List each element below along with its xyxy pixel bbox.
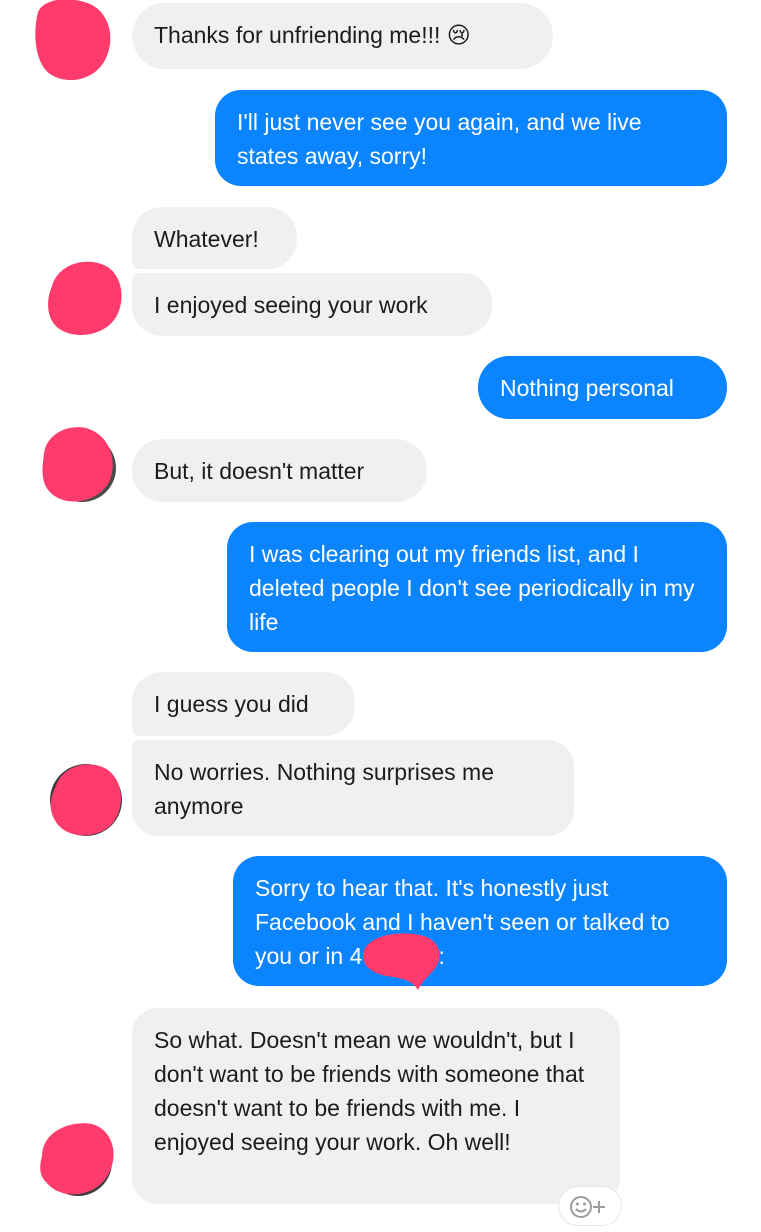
message-text: Thanks for unfriending me!!! 😢 xyxy=(154,22,471,48)
message-text: No worries. Nothing surprises me anymore xyxy=(154,759,495,819)
message-text: I'll just never see you again, and we li… xyxy=(237,109,642,169)
avatar-icon[interactable] xyxy=(36,1116,116,1196)
message-text: I was clearing out my friends list, and … xyxy=(249,541,695,635)
add-reaction-icon xyxy=(570,1196,605,1218)
redaction-mark xyxy=(362,933,440,990)
message-bubble-outgoing[interactable]: Sorry to hear that. It's honestly just F… xyxy=(233,856,727,986)
avatar-icon[interactable] xyxy=(46,258,126,338)
message-text: But, it doesn't matter xyxy=(154,458,365,484)
avatar-icon[interactable] xyxy=(34,0,114,80)
message-bubble-outgoing[interactable]: Nothing personal xyxy=(478,356,727,419)
message-bubble-incoming[interactable]: Whatever! xyxy=(132,207,297,269)
message-bubble-incoming[interactable]: So what. Doesn't mean we wouldn't, but I… xyxy=(132,1008,620,1204)
message-bubble-outgoing[interactable]: I'll just never see you again, and we li… xyxy=(215,90,727,186)
message-text: I enjoyed seeing your work xyxy=(154,292,428,318)
message-text: Sorry to hear that. It's honestly just F… xyxy=(255,875,670,969)
message-text: Whatever! xyxy=(154,226,259,252)
message-bubble-incoming[interactable]: I guess you did xyxy=(132,672,355,736)
message-text: So what. Doesn't mean we wouldn't, but I… xyxy=(154,1027,585,1155)
message-text: Nothing personal xyxy=(500,375,674,401)
avatar-icon[interactable] xyxy=(38,424,118,504)
avatar-icon[interactable] xyxy=(46,760,126,840)
message-bubble-incoming[interactable]: I enjoyed seeing your work xyxy=(132,273,492,336)
message-bubble-outgoing[interactable]: I was clearing out my friends list, and … xyxy=(227,522,727,652)
message-text: I guess you did xyxy=(154,691,309,717)
message-bubble-incoming[interactable]: No worries. Nothing surprises me anymore xyxy=(132,740,574,836)
message-bubble-incoming[interactable]: But, it doesn't matter xyxy=(132,439,427,502)
message-bubble-incoming[interactable]: Thanks for unfriending me!!! 😢 xyxy=(132,3,553,69)
add-reaction-button[interactable] xyxy=(558,1186,622,1226)
